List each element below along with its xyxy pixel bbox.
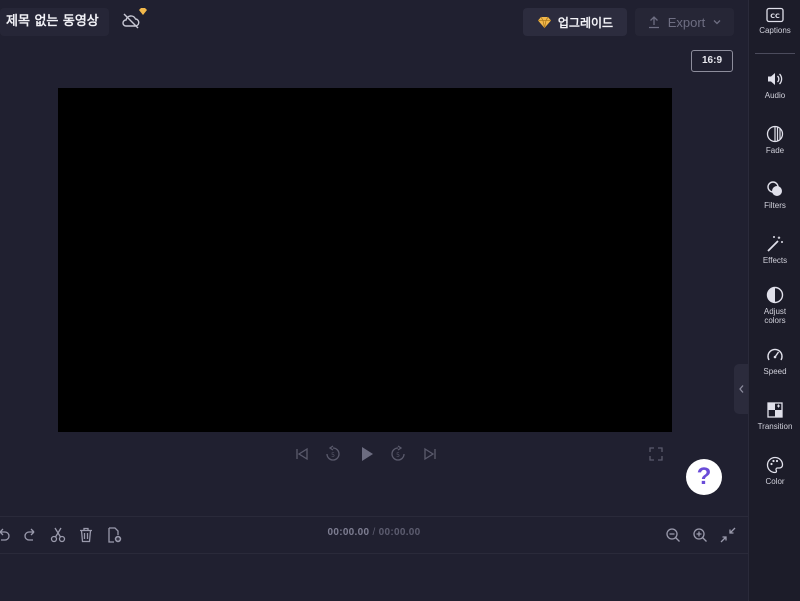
palette-icon: [749, 456, 800, 474]
total-time: 00:00.00: [378, 527, 421, 538]
chevron-down-icon: [712, 17, 722, 27]
zoom-out-icon[interactable]: [664, 526, 682, 544]
speedometer-icon: [749, 346, 800, 364]
svg-text:CC: CC: [770, 12, 780, 20]
transition-icon: [749, 401, 800, 419]
properties-sidebar: CC Captions Audio Fade Filters Effects A…: [748, 0, 800, 601]
svg-text:5: 5: [331, 452, 335, 459]
fullscreen-icon[interactable]: [647, 445, 665, 463]
timeline-toolbar: 00:00.00 / 00:00.00: [0, 516, 748, 554]
sidebar-item-color[interactable]: Color: [749, 456, 800, 486]
sidebar-item-label: Filters: [764, 201, 786, 210]
gem-icon: [537, 16, 552, 29]
sidebar-item-label: Effects: [762, 256, 788, 265]
sidebar-item-label: Fade: [765, 146, 785, 155]
sidebar-divider: [755, 53, 795, 54]
export-button[interactable]: Export: [635, 8, 734, 36]
cloud-sync-off-icon[interactable]: [120, 7, 148, 34]
speaker-icon: [749, 70, 800, 88]
sidebar-item-adjust-colors[interactable]: Adjust colors: [749, 286, 800, 325]
sidebar-item-label: Color: [765, 477, 785, 486]
project-title[interactable]: 제목 없는 동영상: [0, 8, 109, 36]
time-separator: /: [372, 527, 376, 538]
sidebar-item-effects[interactable]: Effects: [749, 235, 800, 265]
aspect-ratio-button[interactable]: 16:9: [691, 50, 733, 72]
upgrade-label: 업그레이드: [557, 15, 614, 30]
sidebar-item-label: Captions: [759, 26, 791, 35]
contrast-icon: [749, 286, 800, 304]
sidebar-item-captions[interactable]: CC Captions: [749, 7, 800, 35]
timecode-display: 00:00.00 / 00:00.00: [0, 527, 748, 538]
current-time: 00:00.00: [327, 527, 370, 538]
export-label: Export: [667, 14, 706, 30]
skip-to-end-icon[interactable]: [421, 445, 439, 463]
sidebar-item-label: Audio: [764, 91, 786, 100]
sidebar-item-speed[interactable]: Speed: [749, 346, 800, 376]
skip-to-start-icon[interactable]: [293, 445, 311, 463]
cc-icon: CC: [749, 7, 800, 23]
forward-5s-icon[interactable]: 5: [389, 445, 407, 463]
magic-wand-icon: [749, 235, 800, 253]
sidebar-item-label: Speed: [763, 367, 787, 376]
upgrade-button[interactable]: 업그레이드: [523, 8, 627, 36]
sidebar-item-audio[interactable]: Audio: [749, 70, 800, 100]
zoom-in-icon[interactable]: [691, 526, 709, 544]
chevron-left-icon: [734, 364, 748, 414]
upload-icon: [647, 15, 661, 29]
sidebar-item-fade[interactable]: Fade: [749, 125, 800, 155]
rewind-5s-icon[interactable]: 5: [324, 445, 342, 463]
svg-text:5: 5: [396, 452, 400, 459]
fit-to-screen-icon[interactable]: [719, 526, 737, 544]
sidebar-item-label: Transition: [757, 422, 793, 431]
video-preview-canvas[interactable]: [58, 88, 672, 432]
sidebar-item-label: Adjust colors: [763, 307, 787, 325]
sidebar-item-transition[interactable]: Transition: [749, 401, 800, 431]
editor-main: 제목 없는 동영상 업그레이드 Export 16:9 5 5 ? 00:00.…: [0, 0, 748, 601]
fade-icon: [749, 125, 800, 143]
collapse-panel-handle[interactable]: [734, 364, 748, 414]
play-icon[interactable]: [358, 445, 376, 463]
help-button[interactable]: ?: [686, 459, 722, 495]
premium-gem-icon: [138, 7, 148, 16]
sidebar-item-filters[interactable]: Filters: [749, 180, 800, 210]
filters-icon: [749, 180, 800, 198]
